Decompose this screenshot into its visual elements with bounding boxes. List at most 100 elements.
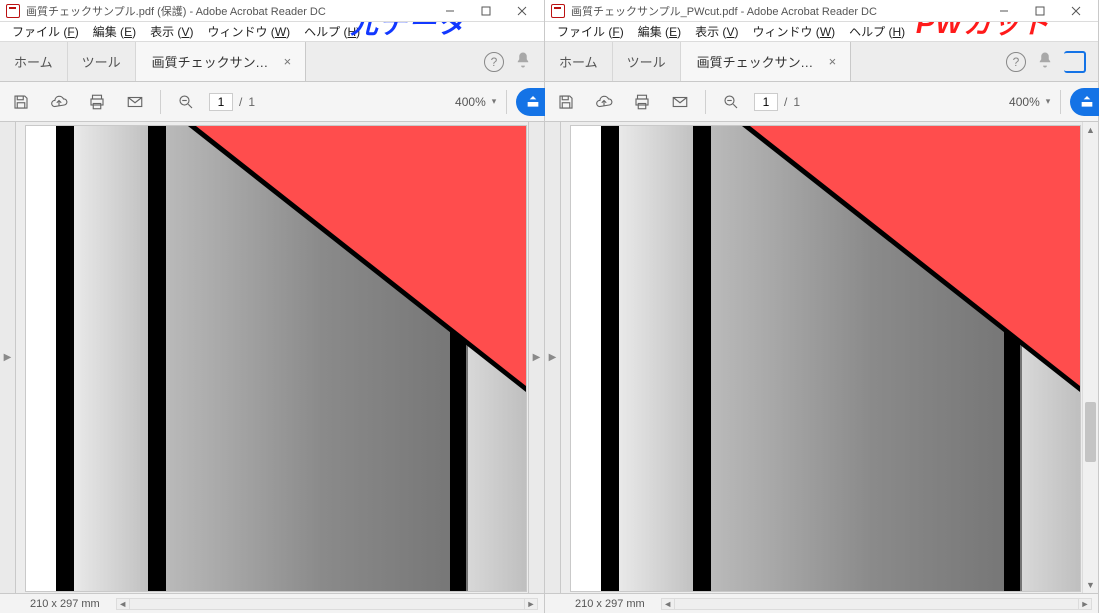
document-tab-close-icon[interactable]: ×	[825, 52, 841, 71]
horizontal-scrollbar[interactable]: ◄ ►	[661, 598, 1092, 610]
menu-help[interactable]: ヘルプ (H)	[300, 23, 364, 40]
document-tab[interactable]: 画質チェックサンプ... ×	[681, 42, 852, 81]
document-tab-label: 画質チェックサンプ...	[152, 52, 272, 71]
cloud-icon[interactable]	[44, 87, 74, 117]
page-bar	[693, 126, 711, 591]
close-button[interactable]	[504, 1, 540, 21]
page-sep: /	[784, 95, 787, 109]
acrobat-window-left: 元データ 画質チェックサンプル.pdf (保護) - Adobe Acrobat…	[0, 0, 545, 613]
notifications-icon[interactable]	[1036, 51, 1054, 72]
pdf-app-icon	[551, 4, 565, 18]
maximize-button[interactable]	[468, 1, 504, 21]
page-navigator: / 1	[209, 93, 255, 111]
statusbar: 210 x 297 mm ◄ ►	[0, 593, 544, 613]
scroll-right-icon[interactable]: ►	[524, 598, 538, 610]
zoom-value: 400%	[448, 95, 486, 109]
tab-home[interactable]: ホーム	[545, 42, 613, 81]
print-icon[interactable]	[627, 87, 657, 117]
pdf-page	[26, 126, 526, 591]
chevron-right-icon: ▶	[549, 352, 557, 363]
menu-help[interactable]: ヘルプ (H)	[845, 23, 909, 40]
page-bar	[601, 126, 619, 591]
page-sep: /	[239, 95, 242, 109]
tabstrip-actions: ?	[851, 42, 1098, 81]
titlebar: 画質チェックサンプル_PWcut.pdf - Adobe Acrobat Rea…	[545, 0, 1098, 22]
toolbar-separator	[506, 90, 507, 114]
menu-file[interactable]: ファイル (F)	[553, 23, 628, 40]
statusbar: 210 x 297 mm ◄ ►	[545, 593, 1098, 613]
tab-tools[interactable]: ツール	[68, 42, 136, 81]
toolbar-separator	[1060, 90, 1061, 114]
maximize-button[interactable]	[1022, 1, 1058, 21]
nav-rail-left[interactable]: ▶	[0, 122, 16, 593]
chevron-right-icon: ▶	[4, 352, 12, 363]
acrobat-window-right: PWカット 画質チェックサンプル_PWcut.pdf - Adobe Acrob…	[545, 0, 1099, 613]
document-area: ▶ ▶	[0, 122, 544, 593]
menu-view[interactable]: 表示 (V)	[691, 23, 742, 40]
tab-home[interactable]: ホーム	[0, 42, 68, 81]
menu-window[interactable]: ウィンドウ (W)	[203, 23, 294, 40]
page-bar	[148, 126, 166, 591]
cloud-icon[interactable]	[589, 87, 619, 117]
page-dimensions: 210 x 297 mm	[30, 598, 100, 610]
document-tab-label: 画質チェックサンプ...	[697, 52, 817, 71]
chevron-down-icon[interactable]: ▾	[492, 96, 497, 107]
menu-window[interactable]: ウィンドウ (W)	[748, 23, 839, 40]
chevron-right-icon: ▶	[533, 352, 541, 363]
page-current-input[interactable]	[754, 93, 778, 111]
tabstrip: ホーム ツール 画質チェックサンプ... × ?	[0, 42, 544, 82]
scroll-thumb[interactable]	[1085, 402, 1096, 462]
zoom-control[interactable]: 400% ▾	[448, 95, 497, 109]
document-tab[interactable]: 画質チェックサンプ... ×	[136, 42, 307, 81]
help-icon[interactable]: ?	[1006, 52, 1026, 72]
window-title: 画質チェックサンプル_PWcut.pdf - Adobe Acrobat Rea…	[571, 3, 980, 19]
page-triangle	[196, 126, 526, 386]
page-current-input[interactable]	[209, 93, 233, 111]
menu-file[interactable]: ファイル (F)	[8, 23, 83, 40]
page-viewport[interactable]	[16, 122, 528, 593]
tab-tools[interactable]: ツール	[613, 42, 681, 81]
toolbar-separator	[705, 90, 706, 114]
toolbar: / 1 400% ▾ •••	[545, 82, 1098, 122]
menu-view[interactable]: 表示 (V)	[146, 23, 197, 40]
pdf-page	[571, 126, 1080, 591]
signin-icon[interactable]	[1064, 51, 1086, 73]
scroll-up-icon[interactable]: ▲	[1083, 122, 1098, 138]
minimize-button[interactable]	[432, 1, 468, 21]
toolbar: / 1 400% ▾ •••	[0, 82, 544, 122]
page-triangle	[750, 126, 1080, 386]
vertical-scrollbar[interactable]: ▲ ▼	[1082, 122, 1098, 593]
tabstrip: ホーム ツール 画質チェックサンプ... × ?	[545, 42, 1098, 82]
notifications-icon[interactable]	[514, 51, 532, 72]
page-total: 1	[248, 95, 255, 109]
save-icon[interactable]	[551, 87, 581, 117]
minimize-button[interactable]	[986, 1, 1022, 21]
scroll-left-icon[interactable]: ◄	[116, 598, 130, 610]
document-tab-close-icon[interactable]: ×	[280, 52, 296, 71]
zoom-out-icon[interactable]	[716, 87, 746, 117]
page-dimensions: 210 x 297 mm	[575, 598, 645, 610]
print-icon[interactable]	[82, 87, 112, 117]
horizontal-scrollbar[interactable]: ◄ ►	[116, 598, 538, 610]
scroll-down-icon[interactable]: ▼	[1083, 577, 1098, 593]
help-icon[interactable]: ?	[484, 52, 504, 72]
menu-edit[interactable]: 編集 (E)	[634, 23, 685, 40]
close-button[interactable]	[1058, 1, 1094, 21]
mail-icon[interactable]	[665, 87, 695, 117]
mail-icon[interactable]	[120, 87, 150, 117]
save-icon[interactable]	[6, 87, 36, 117]
chevron-down-icon[interactable]: ▾	[1046, 96, 1051, 107]
share-button[interactable]	[1070, 88, 1099, 116]
scroll-left-icon[interactable]: ◄	[661, 598, 675, 610]
menubar: ファイル (F) 編集 (E) 表示 (V) ウィンドウ (W) ヘルプ (H)	[545, 22, 1098, 42]
menubar: ファイル (F) 編集 (E) 表示 (V) ウィンドウ (W) ヘルプ (H)	[0, 22, 544, 42]
pdf-app-icon	[6, 4, 20, 18]
nav-rail-right[interactable]: ▶	[528, 122, 544, 593]
page-viewport[interactable]	[561, 122, 1082, 593]
scroll-right-icon[interactable]: ►	[1078, 598, 1092, 610]
zoom-control[interactable]: 400% ▾	[1002, 95, 1051, 109]
zoom-out-icon[interactable]	[171, 87, 201, 117]
nav-rail-left[interactable]: ▶	[545, 122, 561, 593]
page-total: 1	[793, 95, 800, 109]
menu-edit[interactable]: 編集 (E)	[89, 23, 140, 40]
